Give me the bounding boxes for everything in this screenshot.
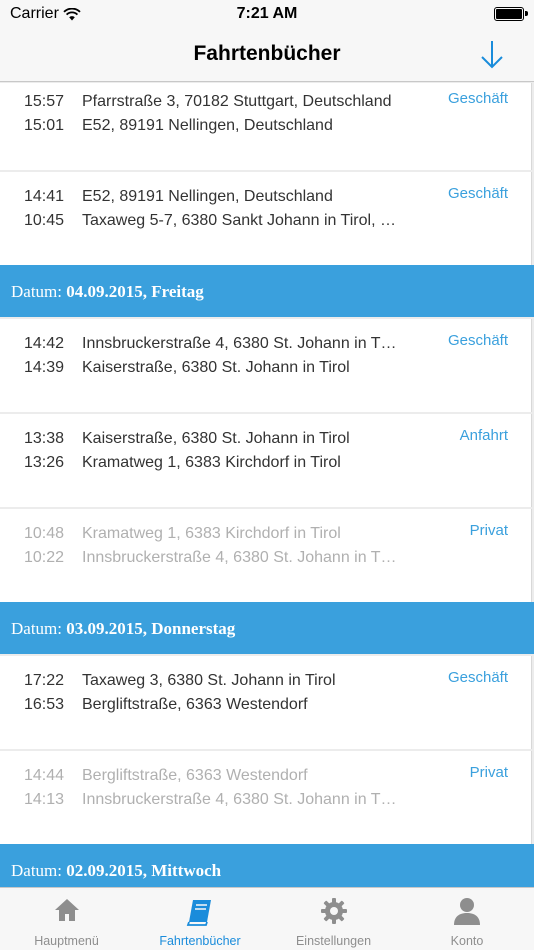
trip-start-time: 10:45 [24, 212, 65, 229]
trip-category: Geschäft [447, 90, 508, 107]
tab-label: Einstellungen [295, 934, 372, 948]
trip-addresses: Pfarrstraße 3, 70182 Stuttgart, Deutschl… [82, 90, 412, 138]
date-header: Datum: 04.09.2015, Freitag [0, 265, 534, 317]
trip-end-time: 14:42 [24, 335, 65, 352]
trip-times: 14:41 10:45 [24, 185, 64, 233]
trip-start-time: 14:13 [24, 791, 65, 808]
trip-end-time: 15:57 [24, 93, 65, 110]
trip-origin: Innsbruckerstraße 4, 6380 St. Johann in … [82, 549, 397, 566]
trip-addresses: Innsbruckerstraße 4, 6380 St. Johann in … [82, 332, 412, 380]
trip-addresses: Bergliftstraße, 6363 Westendorf Innsbruck… [82, 764, 412, 812]
trip-destination: E52, 89191 Nellingen, Deutschland [82, 188, 333, 205]
date-value: 03.09.2015, Donnerstag [66, 619, 236, 638]
date-value: 04.09.2015, Freitag [66, 282, 204, 301]
trip-origin: E52, 89191 Nellingen, Deutschland [82, 117, 333, 134]
trip-origin: Kramatweg 1, 6383 Kirchdorf in Tirol [82, 454, 341, 471]
trip-destination: Pfarrstraße 3, 70182 Stuttgart, Deutschl… [82, 93, 392, 110]
trip-row[interactable]: 14:41 10:45 E52, 89191 Nellingen, Deutschl… [0, 172, 532, 265]
tab-label: Konto [450, 934, 484, 948]
trip-end-time: 14:44 [24, 767, 65, 784]
trip-category: Privat [469, 522, 508, 539]
trip-addresses: E52, 89191 Nellingen, Deutschland Taxaweg… [82, 185, 412, 233]
trip-end-time: 10:48 [24, 525, 65, 542]
trip-start-time: 10:22 [24, 549, 65, 566]
trip-category: Geschäft [447, 332, 508, 349]
trip-start-time: 13:26 [24, 454, 65, 471]
date-label: Datum: [11, 619, 62, 638]
trip-row[interactable]: 10:48 10:22 Kramatweg 1, 6383 Kirchdorf in… [0, 509, 532, 602]
trip-start-time: 15:01 [24, 117, 65, 134]
battery-icon [494, 7, 528, 21]
trip-times: 14:44 14:13 [24, 764, 64, 812]
date-label: Datum: [11, 282, 62, 301]
trip-destination: Kramatweg 1, 6383 Kirchdorf in Tirol [82, 525, 341, 542]
trip-list[interactable]: 15:57 15:01 Pfarrstraße 3, 70182 Stuttgart… [0, 83, 534, 887]
trip-end-time: 17:22 [24, 672, 65, 689]
trip-row[interactable]: 15:57 15:01 Pfarrstraße 3, 70182 Stuttgart… [0, 83, 532, 170]
status-bar: Carrier 7:21 AM [0, 0, 534, 28]
tab-bar: Hauptmenü Fahrtenbücher Einstellungen Konto [0, 887, 534, 950]
trip-destination: Kaiserstraße, 6380 St. Johann in Tirol [82, 430, 350, 447]
trip-addresses: Kramatweg 1, 6383 Kirchdorf in Tirol Inns… [82, 522, 412, 570]
date-label: Datum: [11, 861, 62, 880]
trip-start-time: 14:39 [24, 359, 65, 376]
trip-category: Geschäft [447, 185, 508, 202]
trip-category: Geschäft [447, 669, 508, 686]
trip-end-time: 13:38 [24, 430, 65, 447]
trip-origin: Kaiserstraße, 6380 St. Johann in Tirol [82, 359, 350, 376]
sort-down-button[interactable] [478, 38, 506, 72]
trip-times: 15:57 15:01 [24, 90, 64, 138]
tab-person[interactable]: Konto [401, 888, 534, 950]
tab-book[interactable]: Fahrtenbücher [134, 888, 267, 950]
trip-times: 10:48 10:22 [24, 522, 64, 570]
tab-gear[interactable]: Einstellungen [267, 888, 400, 950]
trip-times: 14:42 14:39 [24, 332, 64, 380]
page-title: Fahrtenbücher [193, 42, 341, 65]
trip-start-time: 16:53 [24, 696, 65, 713]
trip-category: Privat [469, 764, 508, 781]
trip-end-time: 14:41 [24, 188, 65, 205]
trip-origin: Bergliftstraße, 6363 Westendorf [82, 696, 308, 713]
status-time: 7:21 AM [236, 5, 298, 22]
trip-category: Anfahrt [459, 427, 508, 444]
nav-bar: Fahrtenbücher [0, 28, 534, 82]
trip-destination: Bergliftstraße, 6363 Westendorf [82, 767, 308, 784]
tab-home[interactable]: Hauptmenü [0, 888, 133, 950]
trip-addresses: Kaiserstraße, 6380 St. Johann in Tirol Kr… [82, 427, 412, 475]
trip-times: 13:38 13:26 [24, 427, 64, 475]
trip-times: 17:22 16:53 [24, 669, 64, 717]
tab-label: Hauptmenü [34, 934, 99, 948]
date-value: 02.09.2015, Mittwoch [66, 861, 222, 880]
trip-destination: Taxaweg 3, 6380 St. Johann in Tirol [82, 672, 336, 689]
trip-row[interactable]: 13:38 13:26 Kaiserstraße, 6380 St. Johann … [0, 414, 532, 507]
trip-row[interactable]: 14:42 14:39 Innsbruckerstraße 4, 6380 St. … [0, 319, 532, 412]
trip-row[interactable]: 17:22 16:53 Taxaweg 3, 6380 St. Johann in … [0, 656, 532, 749]
trip-origin: Innsbruckerstraße 4, 6380 St. Johann in … [82, 791, 397, 808]
trip-destination: Innsbruckerstraße 4, 6380 St. Johann in … [82, 335, 397, 352]
trip-addresses: Taxaweg 3, 6380 St. Johann in Tirol Bergl… [82, 669, 412, 717]
trip-row[interactable]: 14:44 14:13 Bergliftstraße, 6363 Westendor… [0, 751, 532, 844]
date-header: Datum: 02.09.2015, Mittwoch [0, 844, 534, 887]
tab-label: Fahrtenbücher [159, 934, 241, 948]
date-header: Datum: 03.09.2015, Donnerstag [0, 602, 534, 654]
trip-origin: Taxaweg 5-7, 6380 Sankt Johann in Tirol,… [82, 212, 396, 229]
